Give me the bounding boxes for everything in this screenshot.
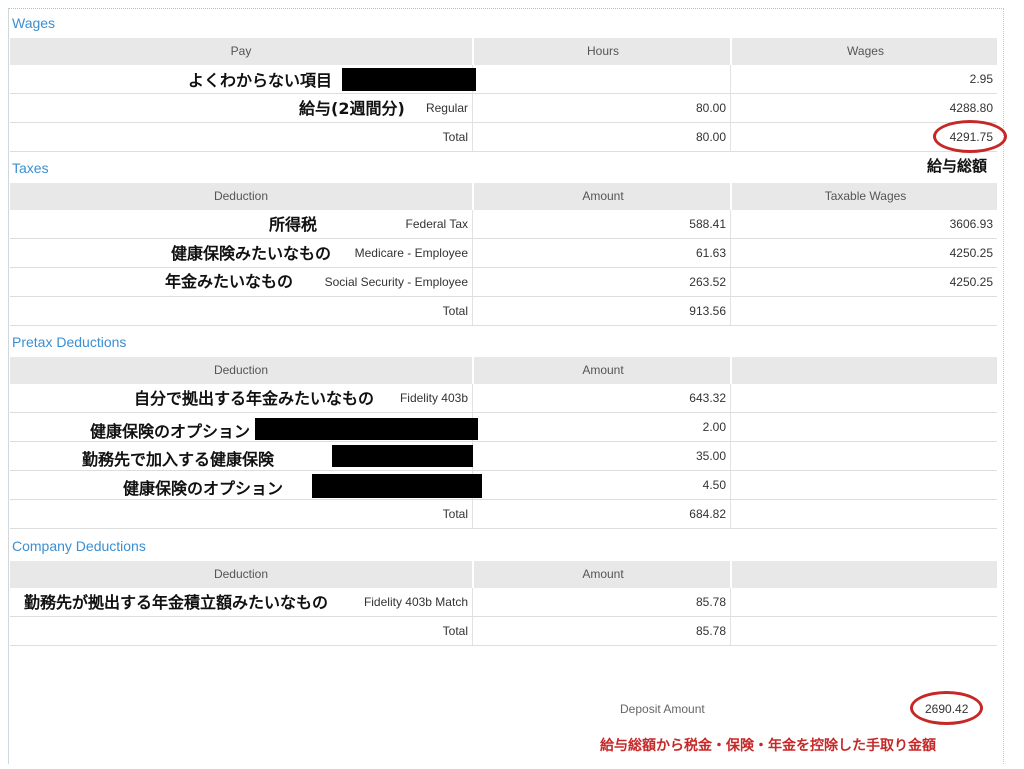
jp-annotation: 所得税 xyxy=(269,215,318,234)
jp-annotation: よくわからない項目 xyxy=(188,71,333,90)
wages-amount: 4288.80 xyxy=(949,101,993,115)
deduction-label: Medicare - Employee xyxy=(354,246,468,260)
pretax-col-amount: Amount xyxy=(472,357,732,384)
company-table-header: Deduction Amount xyxy=(10,561,997,588)
jp-annotation: 健康保険のオプション xyxy=(90,422,251,441)
company-col-deduction: Deduction xyxy=(213,567,269,581)
gross-total-note: 給与総額 xyxy=(927,157,988,175)
taxes-col-amount: Amount xyxy=(472,183,732,210)
jp-annotation: 給与(2週間分) xyxy=(299,99,405,118)
taxable-wages: 3606.93 xyxy=(949,217,993,231)
redaction-bar xyxy=(342,68,476,91)
taxes-table-header: Deduction Amount Taxable Wages xyxy=(10,183,997,210)
jp-annotation: 健康保険のオプション xyxy=(123,479,284,498)
jp-annotation: 年金みたいなもの xyxy=(165,272,294,291)
taxable-wages: 4250.25 xyxy=(949,275,993,289)
wages-col-wages: Wages xyxy=(730,38,999,65)
wages-hours: 80.00 xyxy=(695,101,726,115)
jp-annotation: 勤務先で加入する健康保険 xyxy=(82,450,275,469)
wages-col-pay: Pay xyxy=(230,44,252,58)
company-col-empty xyxy=(730,561,999,588)
total-label: Total xyxy=(442,130,468,144)
total-label: Total xyxy=(442,624,468,638)
table-row: Social Security - Employee 263.52 4250.2… xyxy=(10,268,997,297)
table-row-total: Total 913.56 xyxy=(10,297,997,326)
deduction-label: Fidelity 403b xyxy=(399,391,468,405)
taxable-wages: 4250.25 xyxy=(949,246,993,260)
pretax-col-deduction: Deduction xyxy=(213,363,269,377)
net-pay-note: 給与総額から税金・保険・年金を控除した手取り金額 xyxy=(600,738,936,754)
jp-annotation: 自分で拠出する年金みたいなもの xyxy=(134,389,375,408)
deduction-label: Social Security - Employee xyxy=(324,275,468,289)
jp-annotation: 勤務先が拠出する年金積立額みたいなもの xyxy=(24,593,329,612)
pretax-col-empty xyxy=(730,357,999,384)
taxes-col-taxable: Taxable Wages xyxy=(730,183,999,210)
wages-table-header: Pay Hours Wages xyxy=(10,38,997,65)
table-row: Federal Tax 588.41 3606.93 xyxy=(10,210,997,239)
company-total-amount: 85.78 xyxy=(695,624,726,638)
company-col-amount: Amount xyxy=(472,561,732,588)
taxes-section-title: Taxes xyxy=(12,160,49,176)
table-row-total: Total 80.00 4291.75 xyxy=(10,123,997,152)
deduction-amount: 643.32 xyxy=(689,391,726,405)
pay-label: Regular xyxy=(425,101,468,115)
deduction-amount: 2.00 xyxy=(702,420,726,434)
pretax-total-amount: 684.82 xyxy=(689,507,726,521)
table-row: Regular 80.00 4288.80 xyxy=(10,94,997,123)
redaction-bar xyxy=(255,418,478,440)
pretax-section-title: Pretax Deductions xyxy=(12,334,127,350)
taxes-total-amount: 913.56 xyxy=(689,304,726,318)
total-label: Total xyxy=(442,507,468,521)
deduction-label: Fidelity 403b Match xyxy=(363,595,468,609)
wages-amount: 2.95 xyxy=(969,72,993,86)
gross-highlight-oval xyxy=(933,120,1007,153)
taxes-col-deduction: Deduction xyxy=(213,189,269,203)
deduction-amount: 35.00 xyxy=(695,449,726,463)
deduction-amount: 588.41 xyxy=(689,217,726,231)
table-row: Medicare - Employee 61.63 4250.25 xyxy=(10,239,997,268)
redaction-bar xyxy=(332,445,473,467)
wages-col-hours: Hours xyxy=(472,38,732,65)
total-label: Total xyxy=(442,304,468,318)
deposit-amount-label: Deposit Amount xyxy=(620,702,705,716)
table-row-total: Total 85.78 xyxy=(10,617,997,646)
redaction-bar xyxy=(312,474,482,498)
deduction-amount: 85.78 xyxy=(695,595,726,609)
table-row: 2.95 xyxy=(10,65,997,94)
table-row-total: Total 684.82 xyxy=(10,500,997,529)
company-section-title: Company Deductions xyxy=(12,538,146,554)
wages-total-hours: 80.00 xyxy=(695,130,726,144)
wages-section-title: Wages xyxy=(12,15,56,31)
jp-annotation: 健康保険みたいなもの xyxy=(171,244,332,263)
net-pay-highlight-oval xyxy=(910,691,983,725)
deduction-label: Federal Tax xyxy=(405,217,468,231)
pretax-table-header: Deduction Amount xyxy=(10,357,997,384)
deduction-amount: 263.52 xyxy=(689,275,726,289)
deduction-amount: 61.63 xyxy=(695,246,726,260)
deduction-amount: 4.50 xyxy=(702,478,726,492)
